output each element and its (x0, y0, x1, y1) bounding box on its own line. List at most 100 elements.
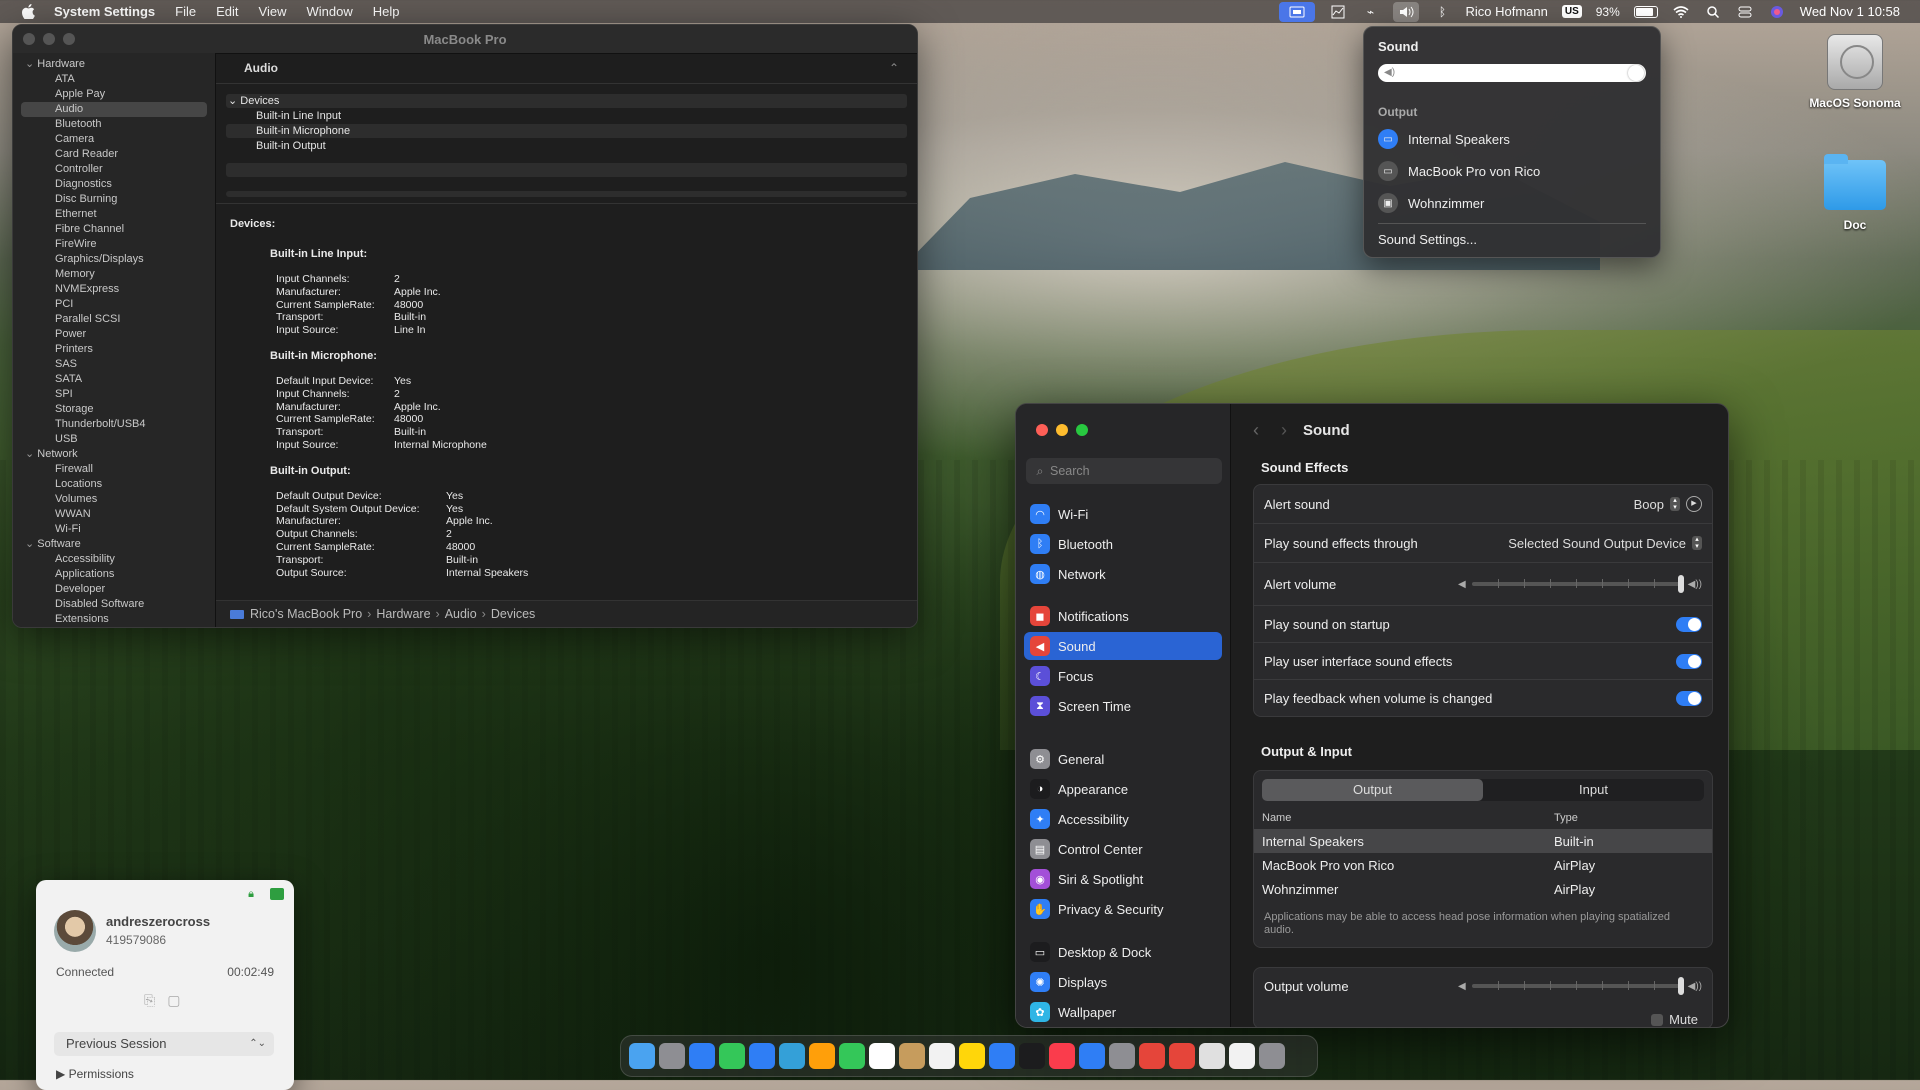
desktop-folder-doc[interactable]: Doc (1800, 154, 1910, 232)
dock-app-icon[interactable] (1049, 1043, 1075, 1069)
sidebar-item[interactable]: Printers (13, 342, 215, 357)
sidebar-item[interactable]: WWAN (13, 507, 215, 522)
sidebar-item[interactable]: Thunderbolt/USB4 (13, 417, 215, 432)
sidebar-item-siri-spotlight[interactable]: ◉ Siri & Spotlight (1024, 865, 1222, 893)
volume-slider-knob[interactable] (1628, 65, 1644, 81)
window-close-button[interactable] (1036, 424, 1048, 436)
menu-window[interactable]: Window (306, 4, 352, 19)
sidebar-item[interactable]: Graphics/Displays (13, 252, 215, 267)
activity-monitor-icon[interactable] (1329, 5, 1347, 19)
dock-app-icon[interactable] (989, 1043, 1015, 1069)
sidebar-item[interactable]: Diagnostics (13, 177, 215, 192)
dock-app-icon[interactable] (1259, 1043, 1285, 1069)
volume-feedback-toggle[interactable] (1676, 690, 1702, 706)
sidebar-item-wallpaper[interactable]: ✿ Wallpaper (1024, 998, 1222, 1026)
session-select[interactable]: Previous Session ⌃⌄ (54, 1032, 274, 1056)
menu-file[interactable]: File (175, 4, 196, 19)
sidebar-item[interactable]: Disabled Software (13, 597, 215, 612)
back-chevron-icon[interactable]: ‹ (1253, 420, 1259, 441)
output-device-macbook-pro[interactable]: ▭ MacBook Pro von Rico (1378, 161, 1540, 181)
sidebar-item[interactable]: NVMExpress (13, 282, 215, 297)
settings-search-input[interactable]: ⌕ Search (1026, 458, 1222, 484)
sidebar-item[interactable]: Wi-Fi (13, 522, 215, 537)
sidebar-item-bluetooth[interactable]: ᛒ Bluetooth (1024, 530, 1222, 558)
menu-help[interactable]: Help (373, 4, 400, 19)
desktop-disk-macos-sonoma[interactable]: MacOS Sonoma (1800, 34, 1910, 110)
menu-clock[interactable]: Wed Nov 1 10:58 (1800, 4, 1900, 19)
sidebar-item[interactable]: Bluetooth (13, 117, 215, 132)
sidebar-item[interactable]: Developer (13, 582, 215, 597)
sidebar-item[interactable]: FireWire (13, 237, 215, 252)
path-segment[interactable]: Audio (445, 601, 477, 627)
tree-row[interactable]: Built-in Output (226, 139, 907, 153)
sidebar-group[interactable]: Network (13, 447, 215, 462)
dock-app-icon[interactable] (1229, 1043, 1255, 1069)
apple-menu-icon[interactable] (20, 4, 36, 20)
sidebar-item[interactable]: Power (13, 327, 215, 342)
chat-icon[interactable] (270, 888, 284, 900)
table-row[interactable]: MacBook Pro von Rico AirPlay (1254, 853, 1712, 877)
message-icon[interactable]: ▢ (167, 992, 180, 1009)
pane-splitter[interactable] (216, 203, 917, 204)
sound-settings-link[interactable]: Sound Settings... (1378, 232, 1477, 247)
sidebar-item[interactable]: Firewall (13, 462, 215, 477)
sidebar-group[interactable]: Hardware (13, 57, 215, 72)
tab-output[interactable]: Output (1262, 779, 1483, 801)
alert-volume-slider[interactable] (1471, 575, 1684, 593)
dock-app-icon[interactable] (839, 1043, 865, 1069)
battery-icon[interactable] (1633, 5, 1658, 18)
sidebar-item-control-center[interactable]: ▤ Control Center (1024, 835, 1222, 863)
dock-app-icon[interactable] (899, 1043, 925, 1069)
startup-sound-toggle[interactable] (1676, 616, 1702, 632)
wifi-icon[interactable] (1672, 5, 1690, 19)
tab-input[interactable]: Input (1483, 779, 1704, 801)
menu-view[interactable]: View (259, 4, 287, 19)
sidebar-item[interactable]: Volumes (13, 492, 215, 507)
output-device-wohnzimmer[interactable]: ▣ Wohnzimmer (1378, 193, 1484, 213)
sidebar-item[interactable]: Locations (13, 477, 215, 492)
checkbox-box[interactable] (1651, 1013, 1664, 1026)
dock-app-icon[interactable] (1169, 1043, 1195, 1069)
sidebar-item[interactable]: Card Reader (13, 147, 215, 162)
sidebar-item-notifications[interactable]: ◼ Notifications (1024, 602, 1222, 630)
sidebar-item-privacy-security[interactable]: ✋ Privacy & Security (1024, 895, 1222, 923)
dock-app-icon[interactable] (1019, 1043, 1045, 1069)
table-row[interactable]: Wohnzimmer AirPlay (1254, 877, 1712, 901)
sidebar-item[interactable]: Parallel SCSI (13, 312, 215, 327)
siri-icon[interactable] (1768, 5, 1786, 19)
output-volume-slider[interactable] (1471, 977, 1684, 995)
keyboard-layout-badge[interactable]: US (1561, 5, 1582, 18)
slider-knob[interactable] (1677, 575, 1684, 593)
mute-checkbox[interactable]: Mute (1651, 1012, 1698, 1027)
sidebar-item-general[interactable]: ⚙ General (1024, 745, 1222, 773)
dock-app-icon[interactable] (1079, 1043, 1105, 1069)
dock-app-icon[interactable] (959, 1043, 985, 1069)
path-segment[interactable]: Rico's MacBook Pro (250, 601, 362, 627)
column-header-name[interactable]: Name (1262, 812, 1554, 824)
sidebar-item[interactable]: ATA (13, 72, 215, 87)
dock-app-icon[interactable] (1199, 1043, 1225, 1069)
collapse-chevron-icon[interactable]: ⌃ (889, 53, 899, 83)
sidebar-item[interactable]: Extensions (13, 612, 215, 627)
tree-row[interactable]: Built-in Line Input (226, 109, 907, 123)
dock-app-icon[interactable] (689, 1043, 715, 1069)
sidebar-item[interactable]: Fibre Channel (13, 222, 215, 237)
sidebar-item[interactable]: SATA (13, 372, 215, 387)
sidebar-item[interactable]: Accessibility (13, 552, 215, 567)
bluetooth-icon[interactable]: ᛒ (1433, 5, 1451, 19)
sidebar-item-wi-fi[interactable]: ◠ Wi-Fi (1024, 500, 1222, 528)
path-segment[interactable]: Devices (491, 601, 535, 627)
alert-sound-popup[interactable]: Boop ▴ ▾ ▶ (1634, 496, 1702, 512)
dock-app-icon[interactable] (809, 1043, 835, 1069)
sidebar-item[interactable]: Disc Burning (13, 192, 215, 207)
dock-app-icon[interactable] (1139, 1043, 1165, 1069)
dock-app-icon[interactable] (659, 1043, 685, 1069)
play-icon[interactable]: ▶ (1686, 496, 1702, 512)
sidebar-item[interactable]: Camera (13, 132, 215, 147)
sidebar-item[interactable]: SPI (13, 387, 215, 402)
ui-sound-toggle[interactable] (1676, 653, 1702, 669)
window-minimize-button[interactable] (1056, 424, 1068, 436)
sidebar-item-sound[interactable]: ◀ Sound (1024, 632, 1222, 660)
sidebar-item[interactable]: Applications (13, 567, 215, 582)
sidebar-item[interactable]: Ethernet (13, 207, 215, 222)
